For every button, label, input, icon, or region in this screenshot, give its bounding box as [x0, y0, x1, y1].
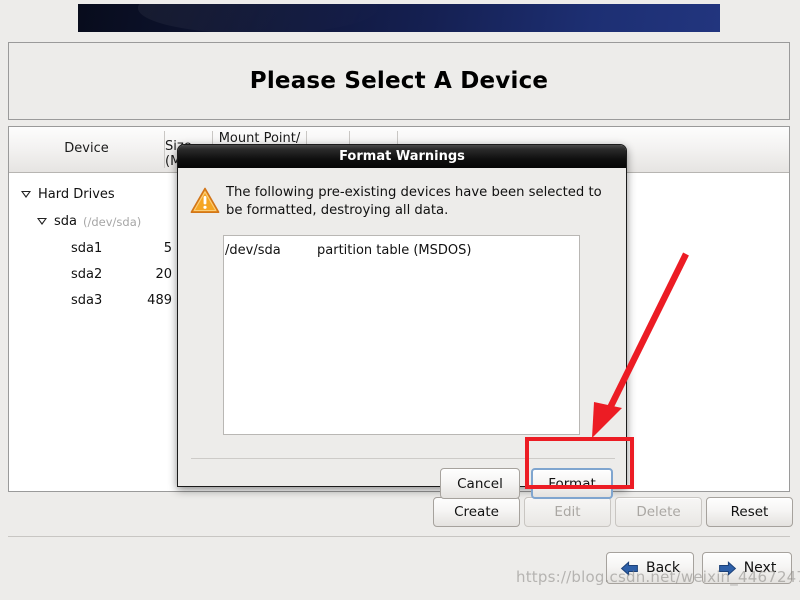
next-button-label: Next [743, 560, 777, 576]
back-button[interactable]: Back [606, 552, 694, 584]
tree-row-label: sda2 [71, 267, 103, 282]
installer-banner [78, 0, 720, 34]
reset-button[interactable]: Reset [706, 497, 793, 527]
navigation-buttons: Back Next [0, 552, 800, 586]
warning-triangle-icon [190, 187, 220, 213]
next-button[interactable]: Next [702, 552, 792, 584]
device-action-buttons: Create Edit Delete Reset [0, 497, 800, 529]
tree-row-label: sda3 [71, 293, 103, 308]
dialog-title: Format Warnings [339, 149, 465, 164]
dialog-message: The following pre-existing devices have … [226, 185, 602, 218]
delete-button: Delete [615, 497, 702, 527]
title-panel: Please Select A Device [8, 42, 790, 120]
list-item-device: /dev/sda [225, 242, 281, 258]
banner-swoosh-decoration [138, 0, 378, 34]
tree-row-device-path: (/dev/sda) [83, 214, 142, 229]
list-item: /dev/sda partition table (MSDOS) [225, 241, 579, 259]
format-button[interactable]: Format [531, 468, 613, 499]
list-item-description: partition table (MSDOS) [317, 242, 472, 258]
expander-triangle-icon[interactable] [21, 191, 31, 198]
tree-row-size: 20 [155, 267, 172, 282]
cancel-button[interactable]: Cancel [440, 468, 520, 499]
edit-button: Edit [524, 497, 611, 527]
tree-row-label: Hard Drives [38, 187, 115, 202]
tree-row-size: 489 [147, 293, 172, 308]
expander-triangle-icon[interactable] [37, 218, 47, 225]
tree-row-label: sda1 [71, 241, 103, 256]
dialog-title-bar: Format Warnings [178, 145, 626, 168]
column-header-device[interactable]: Device [9, 127, 164, 172]
dialog-button-row: Cancel Format [440, 468, 613, 500]
footer-separator [8, 536, 790, 537]
back-button-label: Back [646, 560, 680, 576]
create-button[interactable]: Create [433, 497, 520, 527]
dialog-separator [191, 458, 615, 459]
arrow-left-icon [620, 560, 638, 576]
arrow-right-icon [718, 560, 736, 576]
page-title: Please Select A Device [249, 68, 549, 94]
affected-devices-list[interactable]: /dev/sda partition table (MSDOS) [223, 235, 580, 435]
dialog-body: The following pre-existing devices have … [178, 168, 626, 499]
format-warnings-dialog: Format Warnings The following pre-existi… [177, 144, 627, 499]
tree-row-label: sda [54, 214, 77, 229]
tree-row-size: 5 [163, 241, 172, 256]
